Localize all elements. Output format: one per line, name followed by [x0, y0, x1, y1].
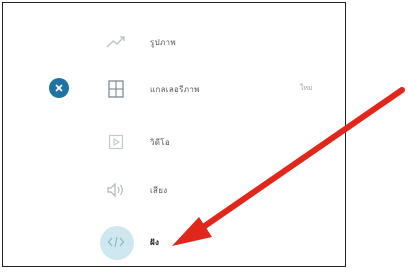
menu-item-embed[interactable]: ฝัง [104, 225, 304, 259]
menu-item-label: รูปภาพ [150, 37, 176, 47]
menu-item-audio[interactable]: เสียง [104, 173, 304, 207]
menu-item-label: ฝัง [150, 237, 160, 247]
audio-icon [104, 178, 128, 202]
close-button[interactable] [49, 78, 69, 98]
menu-item-video[interactable]: วิดีโอ [104, 125, 304, 159]
video-icon [104, 130, 128, 154]
menu-item-image[interactable]: รูปภาพ [104, 25, 304, 59]
close-icon [55, 84, 63, 92]
embed-icon [104, 230, 128, 254]
menu-item-gallery[interactable]: แกลเลอรีภาพ [104, 72, 304, 106]
menu-item-label: แกลเลอรีภาพ [150, 84, 200, 94]
new-badge: ใหม่ [300, 84, 313, 92]
menu-item-label: วิดีโอ [150, 137, 170, 147]
gallery-icon [104, 77, 128, 101]
menu-item-label: เสียง [150, 185, 168, 195]
image-icon [104, 30, 128, 54]
